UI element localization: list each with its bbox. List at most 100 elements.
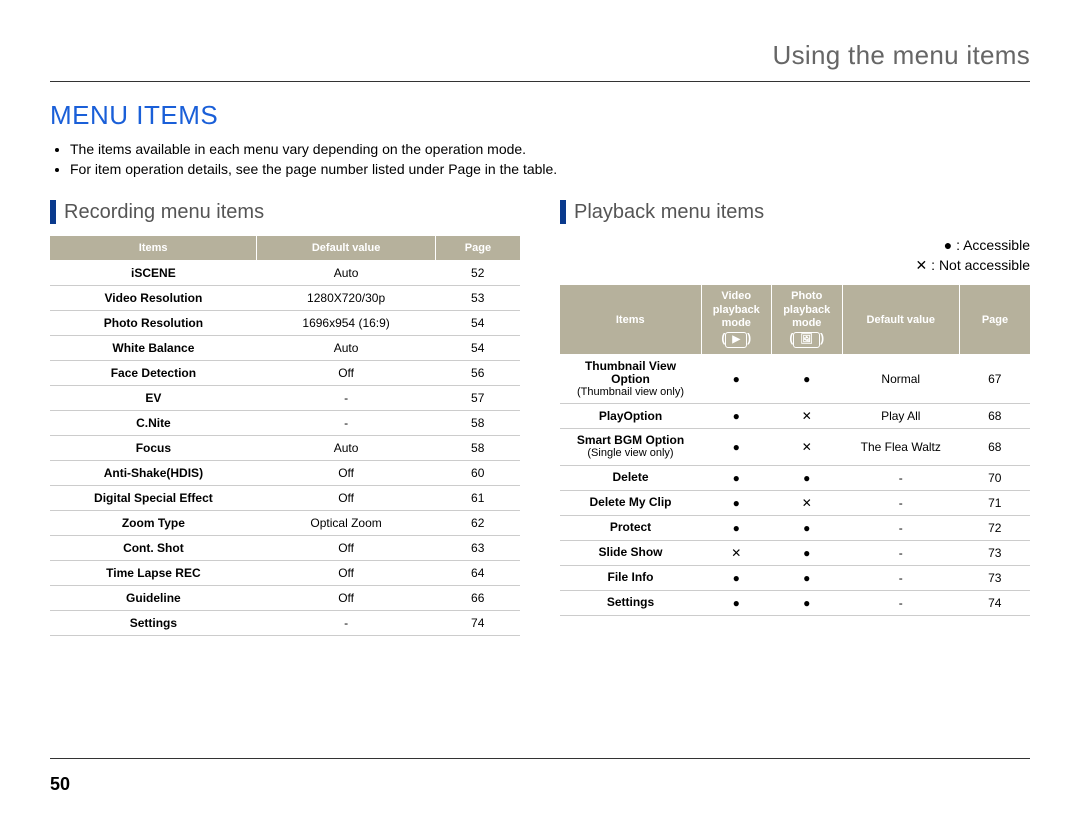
- cell-default: The Flea Waltz: [842, 429, 960, 465]
- cell-default: -: [842, 490, 960, 515]
- th-photo-l2: playback: [783, 305, 830, 317]
- cell-default: Off: [257, 461, 436, 486]
- table-row: C.Nite-58: [50, 411, 520, 436]
- cell-page: 58: [435, 411, 520, 436]
- table-row: EV-57: [50, 386, 520, 411]
- page-number: 50: [50, 774, 70, 795]
- cell-item-main: Thumbnail View Option: [568, 360, 693, 386]
- table-row: iSCENEAuto52: [50, 261, 520, 286]
- cell-item: Time Lapse REC: [50, 561, 257, 586]
- table-row: FocusAuto58: [50, 436, 520, 461]
- cell-default: Off: [257, 586, 436, 611]
- cell-default: -: [842, 590, 960, 615]
- heading-bar-icon: [560, 200, 566, 224]
- table-row: GuidelineOff66: [50, 586, 520, 611]
- cell-photo: ✕: [772, 490, 843, 515]
- cell-item: C.Nite: [50, 411, 257, 436]
- cell-page: 60: [435, 461, 520, 486]
- table-row: Cont. ShotOff63: [50, 536, 520, 561]
- th-page: Page: [960, 285, 1031, 354]
- cell-page: 62: [435, 511, 520, 536]
- cell-video: ●: [701, 565, 772, 590]
- cell-photo: ●: [772, 565, 843, 590]
- cell-item: Video Resolution: [50, 286, 257, 311]
- table-row: Smart BGM Option(Single view only)●✕The …: [560, 429, 1030, 465]
- table-row: Settings●●-74: [560, 590, 1030, 615]
- cell-item: PlayOption: [560, 404, 701, 429]
- cell-default: Off: [257, 536, 436, 561]
- cell-page: 67: [960, 354, 1031, 403]
- cell-default: Off: [257, 561, 436, 586]
- cell-page: 73: [960, 565, 1031, 590]
- cell-video: ●: [701, 515, 772, 540]
- cell-photo: ●: [772, 354, 843, 403]
- cell-page: 64: [435, 561, 520, 586]
- legend-not-accessible: ✕ : Not accessible: [560, 256, 1030, 276]
- cell-item: Slide Show: [560, 540, 701, 565]
- cell-default: -: [257, 611, 436, 636]
- th-default: Default value: [842, 285, 960, 354]
- cell-video: ●: [701, 404, 772, 429]
- cell-photo: ●: [772, 540, 843, 565]
- cell-page: 72: [960, 515, 1031, 540]
- cell-photo: ✕: [772, 429, 843, 465]
- cell-item-main: Protect: [568, 521, 693, 534]
- cell-item: Face Detection: [50, 361, 257, 386]
- cell-video: ●: [701, 590, 772, 615]
- cell-page: 73: [960, 540, 1031, 565]
- cell-page: 53: [435, 286, 520, 311]
- photo-mode-icon: 🖼: [793, 332, 820, 348]
- cell-page: 71: [960, 490, 1031, 515]
- running-head: Using the menu items: [50, 40, 1030, 75]
- th-photo-l1: Photo: [791, 291, 822, 303]
- cell-page: 74: [960, 590, 1031, 615]
- cell-photo: ●: [772, 465, 843, 490]
- cell-default: Auto: [257, 261, 436, 286]
- cell-item: Settings: [50, 611, 257, 636]
- table-row: Protect●●-72: [560, 515, 1030, 540]
- th-photo-l3: mode: [792, 318, 821, 330]
- table-row: Delete●●-70: [560, 465, 1030, 490]
- cell-default: Optical Zoom: [257, 511, 436, 536]
- cell-item: Anti-Shake(HDIS): [50, 461, 257, 486]
- cell-item: White Balance: [50, 336, 257, 361]
- cell-page: 68: [960, 429, 1031, 465]
- legend: ● : Accessible ✕ : Not accessible: [560, 236, 1030, 275]
- cell-item: Zoom Type: [50, 511, 257, 536]
- heading-bar-icon: [50, 200, 56, 224]
- table-row: Video Resolution1280X720/30p53: [50, 286, 520, 311]
- table-row: Delete My Clip ●✕-71: [560, 490, 1030, 515]
- table-row: Zoom TypeOptical Zoom62: [50, 511, 520, 536]
- cell-item: Delete My Clip: [560, 490, 701, 515]
- cell-default: -: [842, 515, 960, 540]
- intro-bullet: The items available in each menu vary de…: [70, 141, 1030, 159]
- table-row: Anti-Shake(HDIS)Off60: [50, 461, 520, 486]
- recording-heading-text: Recording menu items: [64, 201, 264, 224]
- table-row: Slide Show✕●-73: [560, 540, 1030, 565]
- th-video-l3: mode: [722, 318, 751, 330]
- cell-item: Smart BGM Option(Single view only): [560, 429, 701, 465]
- cell-default: 1280X720/30p: [257, 286, 436, 311]
- cell-page: 52: [435, 261, 520, 286]
- page-title: MENU ITEMS: [50, 100, 1030, 131]
- cell-page: 58: [435, 436, 520, 461]
- cell-default: 1696x954 (16:9): [257, 311, 436, 336]
- cell-item-main: Delete: [568, 471, 693, 484]
- cell-photo: ●: [772, 515, 843, 540]
- cell-page: 56: [435, 361, 520, 386]
- cell-item-main: Delete My Clip: [568, 496, 693, 509]
- table-row: File Info●●-73: [560, 565, 1030, 590]
- th-photo-mode: Photo playback mode (🖼): [772, 285, 843, 354]
- cell-video: ●: [701, 490, 772, 515]
- cell-item: Protect: [560, 515, 701, 540]
- video-mode-icon: ▶: [725, 332, 747, 348]
- cell-item: Settings: [560, 590, 701, 615]
- cell-default: -: [257, 386, 436, 411]
- cell-page: 66: [435, 586, 520, 611]
- table-row: Settings-74: [50, 611, 520, 636]
- cell-default: Play All: [842, 404, 960, 429]
- cell-page: 74: [435, 611, 520, 636]
- cell-item: Guideline: [50, 586, 257, 611]
- cell-item-main: File Info: [568, 571, 693, 584]
- divider-top: [50, 81, 1030, 82]
